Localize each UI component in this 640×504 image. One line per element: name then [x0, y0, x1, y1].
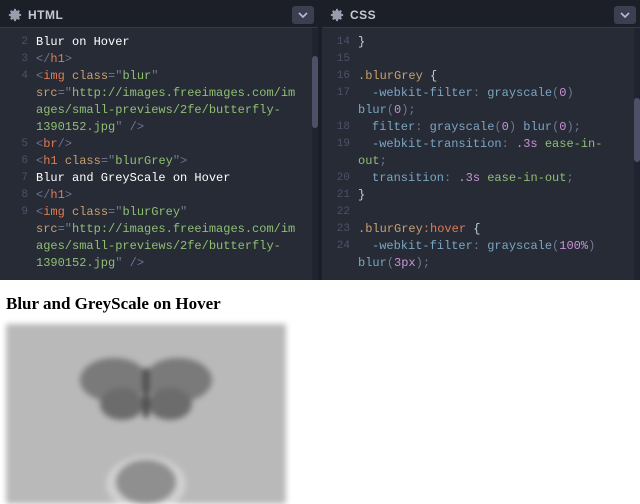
- css-panel-header: CSS: [322, 2, 640, 28]
- line-number: [0, 238, 36, 255]
- code-line[interactable]: blur(0);: [358, 102, 634, 119]
- code-line[interactable]: ages/small-previews/2fe/butterfly-: [36, 238, 312, 255]
- html-panel-title: HTML: [28, 8, 292, 22]
- html-code-area[interactable]: 23456789 Blur on Hover</h1><img class="b…: [0, 28, 318, 280]
- line-number: 9: [0, 204, 36, 221]
- html-panel: HTML 23456789 Blur on Hover</h1><img cla…: [0, 2, 322, 280]
- line-number: [0, 102, 36, 119]
- line-number: 21: [322, 187, 358, 204]
- code-line[interactable]: blur(3px);: [358, 255, 634, 272]
- line-number: [0, 221, 36, 238]
- preview-image[interactable]: [6, 324, 286, 504]
- editor-panels: HTML 23456789 Blur on Hover</h1><img cla…: [0, 0, 640, 280]
- html-scrollbar-track[interactable]: [312, 28, 318, 280]
- css-panel-title: CSS: [350, 8, 614, 22]
- html-gutter: 234 56789: [0, 28, 36, 280]
- code-line[interactable]: [358, 51, 634, 68]
- line-number: 22: [322, 204, 358, 221]
- line-number: 7: [0, 170, 36, 187]
- code-line[interactable]: 1390152.jpg" />: [36, 119, 312, 136]
- html-code-lines[interactable]: Blur on Hover</h1><img class="blur"src="…: [36, 28, 312, 280]
- line-number: [0, 255, 36, 272]
- code-line[interactable]: transition: .3s ease-in-out;: [358, 170, 634, 187]
- line-number: 18: [322, 119, 358, 136]
- code-line[interactable]: .blurGrey {: [358, 68, 634, 85]
- line-number: 24: [322, 238, 358, 255]
- code-line[interactable]: 1390152.jpg" />: [36, 255, 312, 272]
- code-line[interactable]: ages/small-previews/2fe/butterfly-: [36, 102, 312, 119]
- line-number: [0, 85, 36, 102]
- code-line[interactable]: Blur on Hover: [36, 34, 312, 51]
- line-number: 19: [322, 136, 358, 153]
- line-number: 8: [0, 187, 36, 204]
- code-line[interactable]: <br/>: [36, 136, 312, 153]
- code-line[interactable]: filter: grayscale(0) blur(0);: [358, 119, 634, 136]
- html-panel-header: HTML: [0, 2, 318, 28]
- code-line[interactable]: <h1 class="blurGrey">: [36, 153, 312, 170]
- code-line[interactable]: }: [358, 187, 634, 204]
- css-scrollbar-track[interactable]: [634, 28, 640, 280]
- css-code-area[interactable]: 1415161718192021222324 }.blurGrey {-webk…: [322, 28, 640, 280]
- preview-heading: Blur and GreyScale on Hover: [6, 294, 632, 314]
- line-number: [322, 102, 358, 119]
- code-line[interactable]: Blur and GreyScale on Hover: [36, 170, 312, 187]
- line-number: [0, 119, 36, 136]
- preview-area: Blur and GreyScale on Hover: [0, 280, 640, 504]
- code-line[interactable]: -webkit-filter: grayscale(100%): [358, 238, 634, 255]
- line-number: 4: [0, 68, 36, 85]
- css-scrollbar-thumb[interactable]: [634, 98, 640, 162]
- line-number: 16: [322, 68, 358, 85]
- code-line[interactable]: src="http://images.freeimages.com/im: [36, 85, 312, 102]
- html-panel-dropdown-button[interactable]: [292, 6, 314, 24]
- css-panel-dropdown-button[interactable]: [614, 6, 636, 24]
- line-number: [322, 255, 358, 272]
- code-line[interactable]: </h1>: [36, 51, 312, 68]
- line-number: [322, 153, 358, 170]
- html-scrollbar-thumb[interactable]: [312, 56, 318, 128]
- code-line[interactable]: <img class="blurGrey": [36, 204, 312, 221]
- code-line[interactable]: <img class="blur": [36, 68, 312, 85]
- code-line[interactable]: out;: [358, 153, 634, 170]
- line-number: 5: [0, 136, 36, 153]
- line-number: 20: [322, 170, 358, 187]
- chevron-down-icon: [298, 10, 308, 20]
- line-number: 15: [322, 51, 358, 68]
- line-number: 6: [0, 153, 36, 170]
- line-number: 2: [0, 34, 36, 51]
- css-panel: CSS 1415161718192021222324 }.blurGrey {-…: [322, 2, 640, 280]
- line-number: 17: [322, 85, 358, 102]
- css-code-lines[interactable]: } .blurGrey {-webkit-filter: grayscale(0)…: [358, 28, 634, 280]
- code-line[interactable]: [358, 204, 634, 221]
- chevron-down-icon: [620, 10, 630, 20]
- gear-icon[interactable]: [330, 8, 344, 22]
- line-number: 3: [0, 51, 36, 68]
- css-gutter: 14151617 1819 2021222324: [322, 28, 358, 280]
- line-number: 14: [322, 34, 358, 51]
- code-line[interactable]: }: [358, 34, 634, 51]
- code-line[interactable]: .blurGrey:hover {: [358, 221, 634, 238]
- gear-icon[interactable]: [8, 8, 22, 22]
- code-line[interactable]: </h1>: [36, 187, 312, 204]
- line-number: 23: [322, 221, 358, 238]
- code-line[interactable]: -webkit-transition: .3s ease-in-: [358, 136, 634, 153]
- code-line[interactable]: src="http://images.freeimages.com/im: [36, 221, 312, 238]
- code-line[interactable]: -webkit-filter: grayscale(0): [358, 85, 634, 102]
